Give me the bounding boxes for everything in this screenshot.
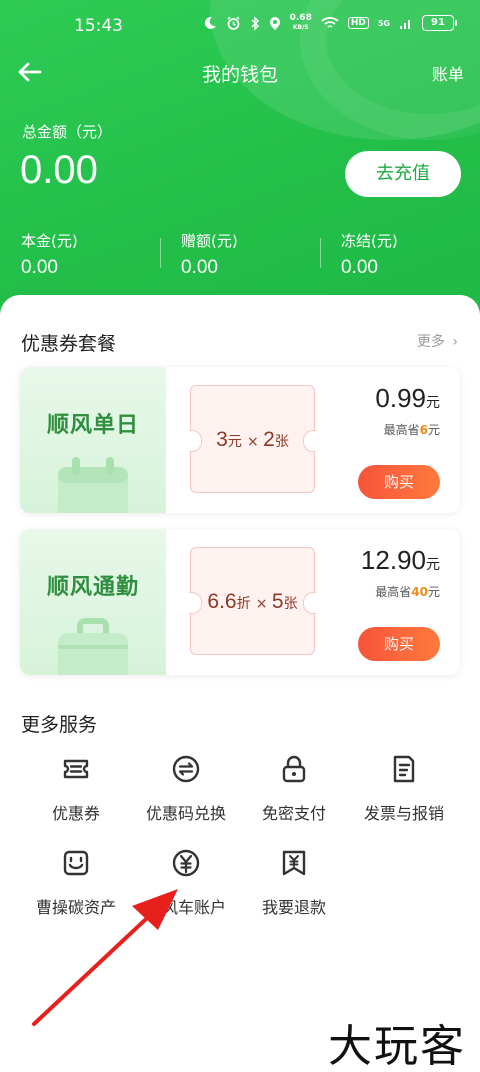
service-label: 曹操碳资产 xyxy=(35,898,116,917)
total-amount-value: 0.00 xyxy=(20,148,98,192)
carbon-icon xyxy=(63,850,89,876)
yuan-icon xyxy=(172,849,200,877)
ticket-text: 6.6折 × 5张 xyxy=(191,590,314,614)
save-unit: 元 xyxy=(427,585,440,599)
ticket-count: 2 xyxy=(263,428,275,451)
total-amount-label: 总金额（元） xyxy=(22,123,113,141)
refund-icon xyxy=(282,850,306,876)
package-price: 12.90元 xyxy=(361,545,440,576)
status-time: 15:43 xyxy=(74,16,123,36)
more-coupons-link[interactable]: 更多 › xyxy=(417,331,458,351)
price-value: 0.99 xyxy=(375,383,426,413)
network-speed: 0.68 KB/S xyxy=(290,14,312,32)
alarm-icon xyxy=(227,15,240,30)
bluetooth-icon xyxy=(251,15,259,31)
service-label: 优惠码兑换 xyxy=(145,804,226,823)
coupon-section-title: 优惠券套餐 xyxy=(21,333,117,355)
price-unit: 元 xyxy=(426,395,440,411)
status-bar: 15:43 0.68 KB/S HD 5G 91 xyxy=(0,0,480,44)
save-prefix: 最高省 xyxy=(383,423,420,437)
times-sign: × xyxy=(255,596,272,612)
save-prefix: 最高省 xyxy=(375,585,412,599)
bill-link[interactable]: 账单 xyxy=(432,61,464,85)
price-value: 12.90 xyxy=(360,545,426,575)
hd-badge: HD xyxy=(347,17,369,29)
service-promo-code[interactable]: 优惠码兑换 xyxy=(126,754,246,824)
more-label: 更多 xyxy=(416,334,445,350)
buy-button[interactable]: 购买 xyxy=(358,627,440,661)
principal-balance: 本金(元) 0.00 xyxy=(21,230,78,279)
coupon-ticket: 3元 × 2张 xyxy=(189,385,316,493)
package-name: 顺风单日 xyxy=(46,413,139,438)
exchange-icon xyxy=(172,755,200,783)
location-icon xyxy=(269,16,280,30)
coupon-package-card[interactable]: 顺风单日 3元 × 2张 0.99元 最高省6元 购买 xyxy=(20,367,460,513)
service-label: 我要退款 xyxy=(261,898,326,917)
bonus-value: 0.00 xyxy=(181,257,218,278)
principal-value: 0.00 xyxy=(21,257,58,278)
service-label: 发票与报销 xyxy=(363,804,444,823)
package-name: 顺风通勤 xyxy=(46,575,139,600)
buy-button[interactable]: 购买 xyxy=(358,465,440,499)
bonus-label: 赠额(元) xyxy=(181,232,238,250)
page-title: 我的钱包 xyxy=(201,64,278,86)
signal-label: 5G xyxy=(377,18,390,28)
chevron-right-icon: › xyxy=(452,334,458,350)
frozen-balance: 冻结(元) 0.00 xyxy=(341,230,398,279)
nav-bar: 我的钱包 账单 xyxy=(0,50,480,94)
package-banner: 顺风通勤 xyxy=(20,529,166,675)
save-amount: 6 xyxy=(419,423,428,437)
bonus-balance: 赠额(元) 0.00 xyxy=(181,230,238,279)
coupon-package-card[interactable]: 顺风通勤 6.6折 × 5张 12.90元 最高省40元 购买 xyxy=(20,529,460,675)
service-carbon-assets[interactable]: 曹操碳资产 xyxy=(16,848,136,918)
max-savings: 最高省6元 xyxy=(384,421,440,438)
coupon-ticket: 6.6折 × 5张 xyxy=(189,547,316,655)
ticket-amount-unit: 折 xyxy=(236,596,251,612)
network-speed-value: 0.68 xyxy=(289,13,312,23)
ticket-amount: 6.6 xyxy=(207,590,237,613)
ticket-count-unit: 张 xyxy=(283,596,298,612)
ticket-count-unit: 张 xyxy=(274,434,289,450)
service-password-free-pay[interactable]: 免密支付 xyxy=(234,754,354,824)
service-refund[interactable]: 我要退款 xyxy=(234,848,354,918)
battery-icon: 91 xyxy=(422,15,457,31)
frozen-label: 冻结(元) xyxy=(341,232,398,250)
max-savings: 最高省40元 xyxy=(375,583,440,600)
times-sign: × xyxy=(246,434,264,450)
calendar-icon xyxy=(58,457,128,513)
service-invoice[interactable]: 发票与报销 xyxy=(344,754,464,824)
services-section-title: 更多服务 xyxy=(21,714,98,736)
divider xyxy=(320,238,321,268)
signal-icon xyxy=(400,19,410,29)
ticket-text: 3元 × 2张 xyxy=(191,428,314,452)
save-unit: 元 xyxy=(427,423,440,437)
network-speed-unit: KB/S xyxy=(292,24,309,31)
coupon-icon xyxy=(63,759,89,779)
save-amount: 40 xyxy=(411,585,428,599)
invoice-icon xyxy=(393,755,415,783)
ticket-count: 5 xyxy=(271,590,284,613)
wifi-icon xyxy=(321,17,339,28)
moon-icon xyxy=(204,16,216,29)
ticket-amount: 3 xyxy=(216,428,228,451)
divider xyxy=(160,238,161,268)
service-coupons[interactable]: 优惠券 xyxy=(16,754,136,824)
frozen-value: 0.00 xyxy=(341,257,378,278)
watermark-logo: 大玩客 xyxy=(328,1021,466,1072)
principal-label: 本金(元) xyxy=(21,232,78,250)
package-price: 0.99元 xyxy=(375,383,440,414)
ticket-amount-unit: 元 xyxy=(227,434,242,450)
price-unit: 元 xyxy=(426,557,440,573)
briefcase-icon xyxy=(58,618,128,675)
lock-icon xyxy=(282,755,306,783)
package-banner: 顺风单日 xyxy=(20,367,166,513)
service-label: 优惠券 xyxy=(51,804,100,823)
service-hitch-account[interactable]: 顺风车账户 xyxy=(126,848,246,918)
service-label: 顺风车账户 xyxy=(145,898,226,917)
service-label: 免密支付 xyxy=(261,804,326,823)
recharge-button[interactable]: 去充值 xyxy=(345,151,461,197)
